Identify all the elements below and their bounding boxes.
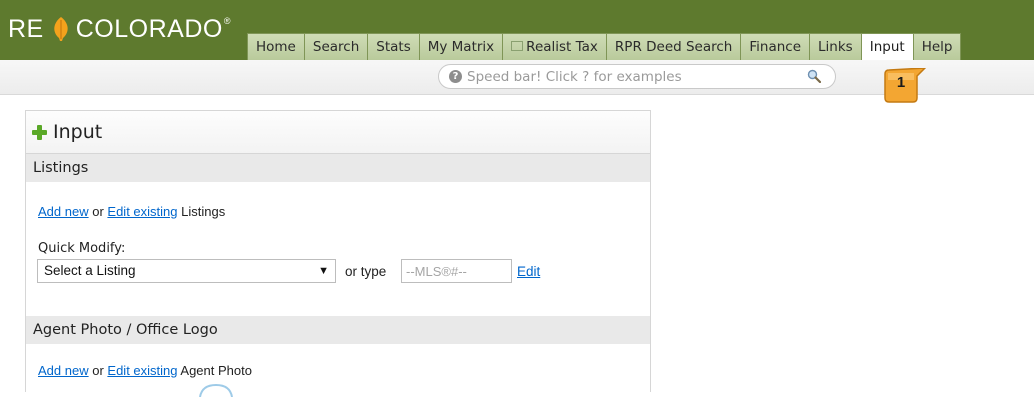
magnifier-icon[interactable] [807, 69, 821, 83]
select-value: Select a Listing [44, 263, 136, 278]
section-agent-photo: Agent Photo / Office Logo [26, 316, 650, 344]
logo-text-right: COLORADO [75, 14, 223, 43]
input-panel: Input Listings Add new or Edit existing … [25, 110, 651, 392]
add-new-listing-link[interactable]: Add new [38, 204, 89, 219]
plus-icon [32, 124, 47, 140]
or-text: or [92, 204, 104, 219]
tab-stats[interactable]: Stats [367, 33, 420, 60]
speed-bar-strip: ? [0, 60, 1034, 95]
question-icon[interactable]: ? [449, 70, 462, 83]
main-tabs: Home Search Stats My Matrix Realist Tax … [247, 33, 962, 61]
tab-help[interactable]: Help [912, 33, 962, 60]
listings-links-row: Add new or Edit existing Listings [38, 204, 225, 219]
select-listing-dropdown[interactable]: Select a Listing ▼ [37, 259, 336, 283]
external-window-icon [511, 41, 524, 51]
mls-number-input[interactable] [401, 259, 512, 283]
section-listings: Listings [26, 154, 650, 182]
tab-search[interactable]: Search [303, 33, 369, 60]
or-text: or [92, 363, 104, 378]
tab-label: Realist Tax [526, 39, 598, 55]
add-new-agent-photo-link[interactable]: Add new [38, 363, 89, 378]
tab-input[interactable]: Input [860, 33, 914, 61]
tab-label: RPR Deed Search [614, 39, 733, 55]
listings-suffix: Listings [181, 204, 226, 219]
edit-listing-link[interactable]: Edit [517, 264, 540, 279]
tab-home[interactable]: Home [247, 33, 305, 60]
tab-label: Help [921, 39, 953, 55]
tab-label: Stats [376, 39, 411, 55]
logo-text-left: RE [8, 14, 44, 43]
re-colorado-logo[interactable]: RE COLORADO ® [8, 12, 231, 46]
tab-label: Home [256, 39, 296, 55]
tab-label: Finance [749, 39, 802, 55]
dropdown-arrow-icon: ▼ [318, 265, 329, 277]
tab-label: Search [312, 39, 360, 55]
agent-photo-links-row: Add new or Edit existing Agent Photo [38, 363, 252, 378]
tab-links[interactable]: Links [809, 33, 862, 60]
or-type-text: or type [345, 264, 387, 279]
tab-finance[interactable]: Finance [740, 33, 811, 60]
tab-rpr-deed-search[interactable]: RPR Deed Search [605, 33, 742, 60]
tab-label: Links [818, 39, 853, 55]
panel-header: Input [26, 111, 650, 154]
aspen-leaf-icon [54, 17, 68, 41]
speed-bar[interactable]: ? [438, 64, 836, 89]
tab-realist-tax[interactable]: Realist Tax [502, 33, 607, 60]
tab-my-matrix[interactable]: My Matrix [418, 33, 504, 60]
quick-modify-label: Quick Modify: [38, 241, 126, 256]
partial-callout-shape [199, 383, 233, 397]
registered-mark: ® [223, 16, 231, 26]
speed-bar-input[interactable] [467, 68, 797, 85]
panel-title: Input [53, 121, 103, 143]
callout-number: 1 [896, 74, 906, 91]
section-listings-title: Listings [33, 160, 89, 176]
tab-label: My Matrix [427, 39, 495, 55]
agent-photo-suffix: Agent Photo [180, 363, 252, 378]
edit-existing-listing-link[interactable]: Edit existing [107, 204, 177, 219]
edit-existing-agent-photo-link[interactable]: Edit existing [107, 363, 177, 378]
tab-label: Input [869, 39, 905, 55]
section-agent-photo-title: Agent Photo / Office Logo [33, 322, 218, 338]
top-navigation-bar: RE COLORADO ® Home Search Stats My Matri… [0, 0, 1034, 61]
